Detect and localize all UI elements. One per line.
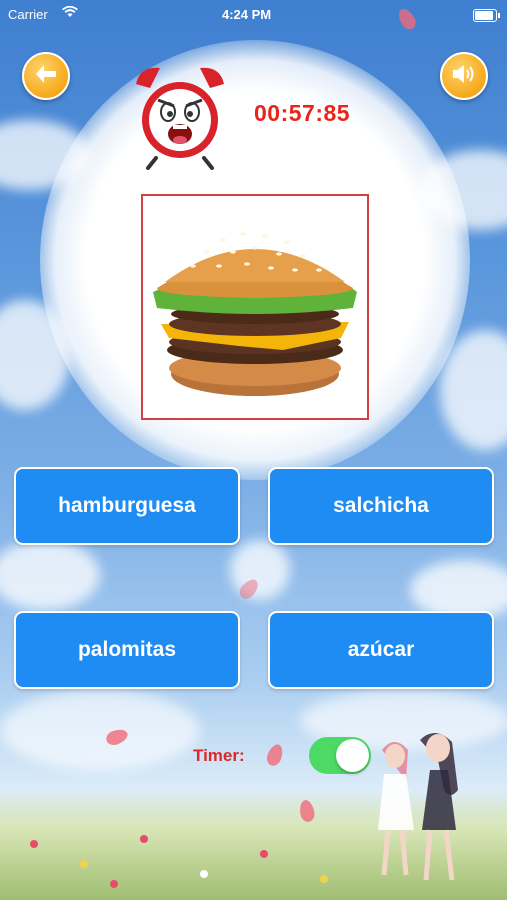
sound-button[interactable]: [440, 52, 488, 100]
answer-button-3[interactable]: palomitas: [14, 611, 240, 689]
question-image: [141, 194, 369, 420]
hamburger-image: [153, 232, 357, 396]
answer-button-1[interactable]: hamburguesa: [14, 467, 240, 545]
status-time: 4:24 PM: [222, 7, 272, 22]
answer-button-2[interactable]: salchicha: [268, 467, 494, 545]
battery-icon: [473, 9, 500, 22]
status-bar: Carrier 4:24 PM: [0, 0, 507, 30]
back-button[interactable]: [22, 52, 70, 100]
back-arrow-icon: [34, 63, 58, 90]
countdown-timer: 00:57:85: [254, 100, 351, 126]
wifi-icon: [62, 5, 78, 21]
timer-label: Timer:: [193, 746, 245, 765]
alarm-clock-icon: [130, 62, 230, 174]
speaker-icon: [451, 63, 477, 90]
anime-girls-illustration: [360, 720, 500, 890]
answer-button-4[interactable]: azúcar: [268, 611, 494, 689]
carrier-label: Carrier: [8, 7, 48, 22]
